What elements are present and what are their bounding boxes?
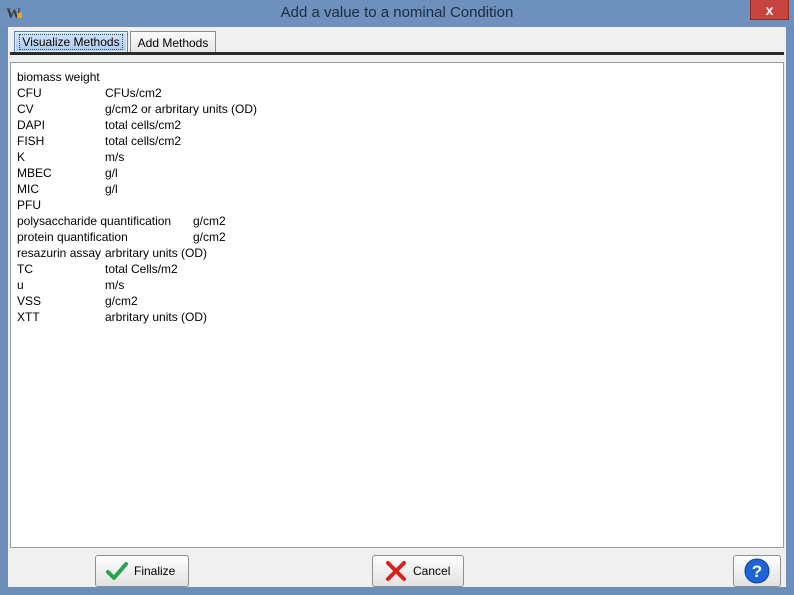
method-name: polysaccharide quantification xyxy=(17,214,172,228)
cancel-label: Cancel xyxy=(413,564,451,578)
tab-divider xyxy=(10,52,784,55)
method-unit: total cells/cm2 xyxy=(105,134,182,148)
dialog-body: Visualize Methods Add Methods biomass we… xyxy=(8,27,786,587)
method-name: VSS xyxy=(17,294,42,308)
checkmark-icon xyxy=(106,562,128,580)
method-name: XTT xyxy=(17,310,40,324)
title-bar[interactable]: W Add a value to a nominal Condition x xyxy=(0,0,794,27)
window-title: Add a value to a nominal Condition xyxy=(280,4,514,21)
method-name: protein quantification xyxy=(17,230,128,244)
method-unit: arbritary units (OD) xyxy=(105,246,208,260)
method-name: u xyxy=(17,278,24,292)
method-unit: g/cm2 xyxy=(193,230,226,244)
svg-text:?: ? xyxy=(752,562,762,581)
tab-add-methods[interactable]: Add Methods xyxy=(130,31,216,53)
close-button[interactable]: x xyxy=(750,0,789,20)
method-name: TC xyxy=(17,262,33,276)
finalize-label: Finalize xyxy=(134,564,176,578)
method-unit: g/l xyxy=(105,182,118,196)
close-icon: x xyxy=(765,1,774,18)
methods-list-panel[interactable]: biomass weight CFU CFUs/cm2 CV g/cm2 or … xyxy=(10,62,784,548)
method-name: CFU xyxy=(17,86,42,100)
cancel-button[interactable]: Cancel xyxy=(372,555,464,587)
method-name: biomass weight xyxy=(17,70,100,84)
tab-label: Add Methods xyxy=(137,35,209,50)
method-unit: total cells/cm2 xyxy=(105,118,182,132)
method-unit: m/s xyxy=(105,150,125,164)
help-button[interactable]: ? xyxy=(733,555,781,587)
method-unit: arbritary units (OD) xyxy=(105,310,208,324)
finalize-button[interactable]: Finalize xyxy=(95,555,189,587)
method-name: resazurin assay xyxy=(17,246,102,260)
method-unit: total Cells/m2 xyxy=(105,262,178,276)
method-unit: g/cm2 or arbritary units (OD) xyxy=(105,102,258,116)
method-name: MIC xyxy=(17,182,39,196)
method-unit: m/s xyxy=(105,278,125,292)
tab-label: Visualize Methods xyxy=(19,34,123,50)
method-name: PFU xyxy=(17,198,41,212)
method-unit: g/cm2 xyxy=(105,294,138,308)
method-name: DAPI xyxy=(17,118,46,132)
tab-visualize-methods[interactable]: Visualize Methods xyxy=(14,31,128,53)
method-unit: g/l xyxy=(105,166,118,180)
question-icon: ? xyxy=(744,558,770,584)
method-name: MBEC xyxy=(17,166,52,180)
method-name: K xyxy=(17,150,26,164)
x-mark-icon xyxy=(386,561,406,581)
method-name: CV xyxy=(17,102,34,116)
method-unit: CFUs/cm2 xyxy=(105,86,162,100)
method-name: FISH xyxy=(17,134,45,148)
method-unit: g/cm2 xyxy=(193,214,226,228)
